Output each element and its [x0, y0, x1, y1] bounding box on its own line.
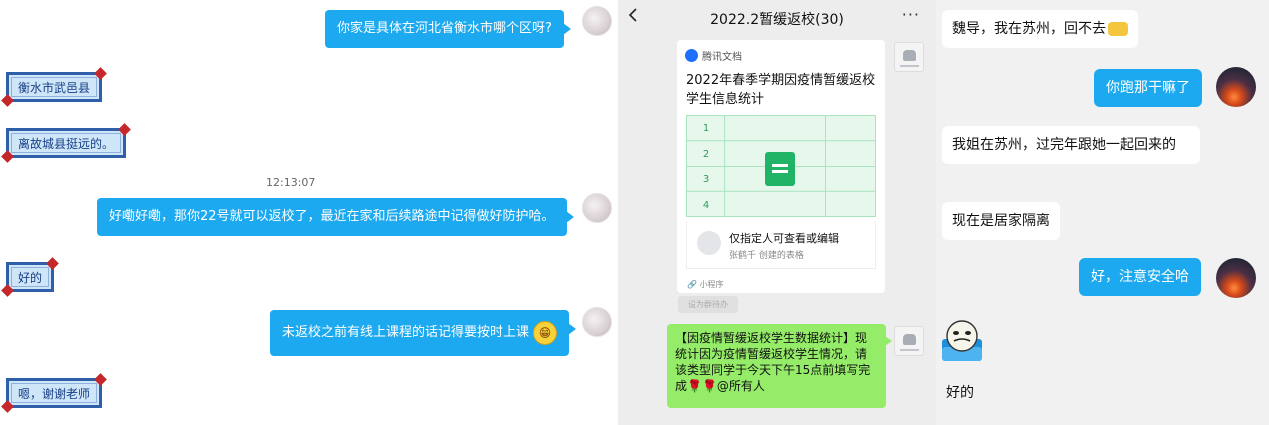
message-bubble-incoming[interactable]: 衡水市武邑县: [6, 72, 103, 102]
row-number: 1: [702, 123, 710, 134]
mini-program-label: 🔗 小程序: [687, 280, 724, 289]
user-avatar[interactable]: [1216, 258, 1256, 298]
document-share-card[interactable]: 腾讯文档 2022年春季学期因疫情暂缓返校学生信息统计 1 2 3 4 仅指定人…: [677, 40, 885, 293]
spreadsheet-preview: 1 2 3 4: [686, 115, 876, 217]
sender-avatar[interactable]: [894, 326, 924, 356]
message-bubble-outgoing[interactable]: 好嘞好嘞，那你22号就可以返校了，最近在家和后续路途中记得做好防护哈。: [97, 198, 574, 236]
creator-text: 张鹤千 创建的表格: [729, 251, 804, 261]
row-number: 4: [702, 200, 710, 211]
message-text: 离故城县挺远的。: [18, 136, 115, 151]
permission-row: 仅指定人可查看或编辑 张鹤千 创建的表格: [686, 221, 876, 269]
card-source-label: 腾讯文档: [702, 52, 742, 63]
card-source: 腾讯文档: [685, 48, 742, 63]
teacher-avatar[interactable]: [582, 307, 612, 337]
message-text: 好的: [18, 270, 43, 285]
message-bubble-outgoing[interactable]: 未返校之前有线上课程的话记得要按时上课 😁: [270, 310, 577, 356]
chat-panel-group: 2022.2暂缓返校(30) ··· 腾讯文档 2022年春季学期因疫情暂缓返校…: [618, 0, 936, 425]
message-bubble-incoming[interactable]: 离故城县挺远的。: [6, 128, 127, 158]
message-bubble-incoming[interactable]: 现在是居家隔离: [942, 202, 1060, 240]
message-text: 衡水市武邑县: [18, 80, 91, 95]
grin-emoji-icon: 😁: [533, 321, 558, 345]
message-text: 未返校之前有线上课程的话记得要按时上课: [282, 325, 530, 340]
message-text: 嗯，谢谢老师: [18, 386, 91, 401]
creator-avatar: [697, 231, 721, 255]
message-bubble-outgoing[interactable]: 好，注意安全哈: [1079, 258, 1201, 296]
teacher-avatar[interactable]: [582, 6, 612, 36]
tencent-docs-logo-icon: [685, 49, 698, 62]
chat-header: 2022.2暂缓返校(30) ···: [618, 0, 936, 36]
message-text: 好，注意安全哈: [1091, 269, 1189, 285]
row-number: 2: [702, 149, 710, 160]
sticker-icon[interactable]: [942, 317, 982, 361]
permission-text: 仅指定人可查看或编辑: [729, 232, 839, 245]
teacher-avatar[interactable]: [582, 193, 612, 223]
chat-title: 2022.2暂缓返校(30): [710, 12, 844, 28]
message-bubble-incoming[interactable]: 好的: [942, 378, 978, 408]
row-number: 3: [702, 174, 710, 185]
mini-program-text: 小程序: [699, 280, 724, 289]
message-bubble-outgoing[interactable]: 你跑那干嘛了: [1094, 69, 1202, 107]
crying-emoji-icon: [1108, 22, 1128, 36]
message-text: 好嘞好嘞，那你22号就可以返校了，最近在家和后续路途中记得做好防护哈。: [109, 209, 555, 224]
message-text: 现在是居家隔离: [952, 213, 1050, 229]
message-text: 魏导，我在苏州，回不去: [952, 21, 1106, 37]
message-bubble-outgoing[interactable]: 你家是具体在河北省衡水市哪个区呀?: [325, 10, 571, 48]
card-title: 2022年春季学期因疫情暂缓返校学生信息统计: [686, 73, 876, 107]
message-text: 好的: [946, 385, 974, 401]
sender-avatar[interactable]: [894, 42, 924, 72]
message-bubble-incoming[interactable]: 好的: [6, 262, 55, 292]
more-options-icon[interactable]: ···: [902, 5, 920, 24]
message-text: 你家是具体在河北省衡水市哪个区呀?: [337, 21, 552, 36]
chat-panel-left: 你家是具体在河北省衡水市哪个区呀? 衡水市武邑县 离故城县挺远的。 12:13:…: [0, 0, 618, 425]
set-group-todo-button[interactable]: 设为群待办: [678, 296, 738, 313]
sheet-file-icon: [765, 152, 795, 186]
message-bubble-outgoing[interactable]: 【因疫情暂缓返校学生数据统计】现统计因为疫情暂缓返校学生情况，请该类型同学于今天…: [667, 324, 892, 408]
message-text: 你跑那干嘛了: [1106, 80, 1190, 96]
message-text: 我姐在苏州，过完年跟她一起回来的: [952, 137, 1176, 153]
user-avatar[interactable]: [1216, 67, 1256, 107]
message-bubble-incoming[interactable]: 嗯，谢谢老师: [6, 378, 103, 408]
message-bubble-incoming[interactable]: 我姐在苏州，过完年跟她一起回来的: [942, 126, 1200, 164]
message-text: 【因疫情暂缓返校学生数据统计】现统计因为疫情暂缓返校学生情况，请该类型同学于今天…: [675, 331, 871, 393]
screenshot-collage: 你家是具体在河北省衡水市哪个区呀? 衡水市武邑县 离故城县挺远的。 12:13:…: [0, 0, 1269, 425]
chat-panel-right: 魏导，我在苏州，回不去 你跑那干嘛了 我姐在苏州，过完年跟她一起回来的 现在是居…: [936, 0, 1269, 425]
message-bubble-incoming[interactable]: 魏导，我在苏州，回不去: [942, 10, 1138, 48]
timestamp: 12:13:07: [266, 176, 316, 189]
